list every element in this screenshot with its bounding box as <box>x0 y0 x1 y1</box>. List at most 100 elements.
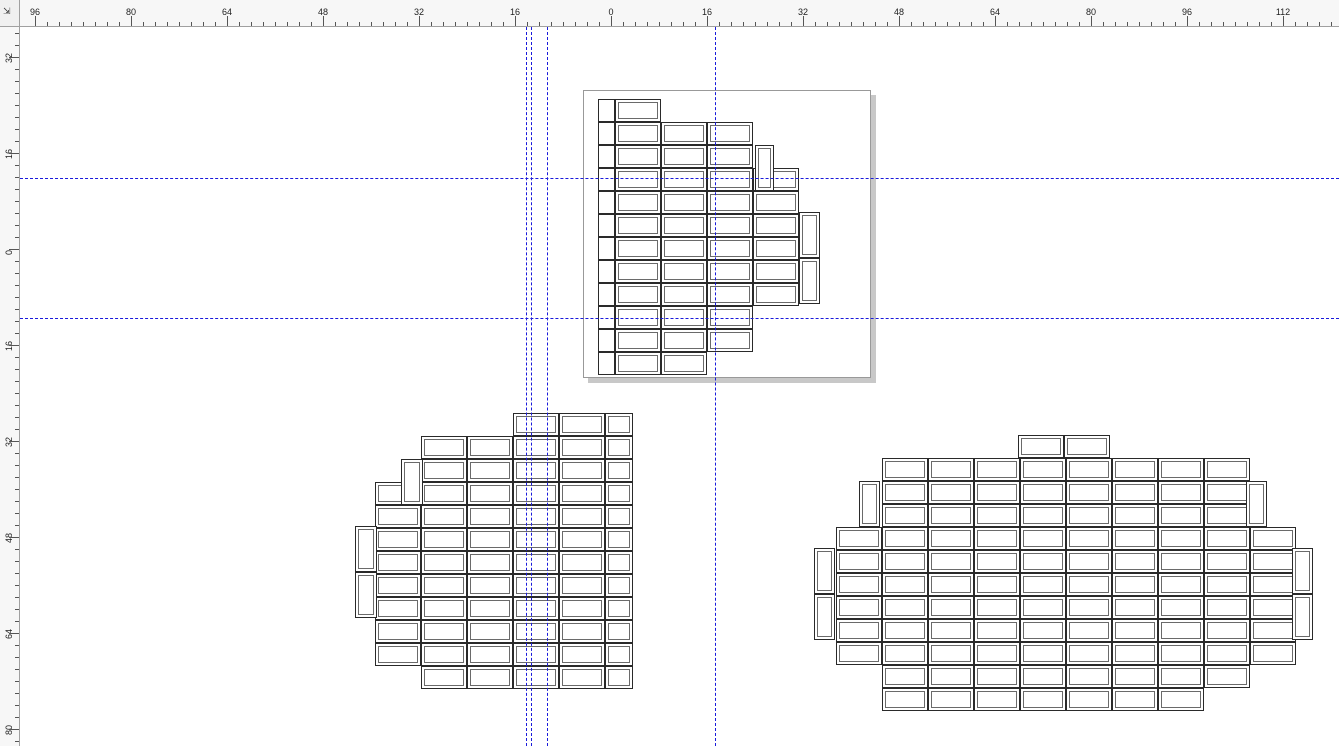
ruler-tick <box>83 22 84 26</box>
brick-cell <box>1112 527 1158 550</box>
brick-cell <box>1204 481 1250 504</box>
brick-cell <box>928 642 974 665</box>
brick-cell <box>421 620 467 643</box>
ruler-tick <box>275 22 276 26</box>
brick-cell <box>615 122 661 145</box>
ruler-tick <box>347 22 348 26</box>
ruler-tick <box>9 729 19 730</box>
ruler-tick <box>15 129 19 130</box>
brick-cell <box>598 352 615 375</box>
brick-cell <box>1066 642 1112 665</box>
brick-cell <box>1246 481 1267 527</box>
brick-cell <box>375 574 421 597</box>
ruler-tick <box>15 405 19 406</box>
brick-cell <box>836 550 882 573</box>
brick-cell <box>1204 596 1250 619</box>
ruler-tick <box>15 45 19 46</box>
ruler-tick <box>1247 22 1248 26</box>
ruler-tick <box>1127 22 1128 26</box>
ruler-tick <box>575 22 576 26</box>
brick-cell <box>1158 550 1204 573</box>
brick-cell <box>1066 665 1112 688</box>
guideline-vertical[interactable] <box>547 27 548 746</box>
brick-cell <box>882 642 928 665</box>
ruler-tick <box>251 22 252 26</box>
brick-cell <box>1020 458 1066 481</box>
ruler-tick <box>15 297 19 298</box>
ruler-tick <box>1163 22 1164 26</box>
ruler-tick <box>15 453 19 454</box>
ruler-tick <box>15 489 19 490</box>
ruler-tick <box>239 22 240 26</box>
ruler-tick <box>323 16 324 26</box>
ruler-tick <box>15 117 19 118</box>
brick-cell <box>882 573 928 596</box>
brick-cell <box>707 329 753 352</box>
ruler-tick <box>1319 22 1320 26</box>
ruler-tick <box>983 22 984 26</box>
brick-cell <box>1066 527 1112 550</box>
guideline-horizontal[interactable] <box>20 318 1339 319</box>
ruler-tick <box>15 645 19 646</box>
horizontal-ruler[interactable]: 96 80 64 48 32 16 0 16 32 48 64 80 96 112 <box>20 0 1339 27</box>
brick-cell <box>928 665 974 688</box>
ruler-tick <box>1223 22 1224 26</box>
ruler-tick <box>9 153 19 154</box>
ruler-tick <box>1199 22 1200 26</box>
brick-cell <box>605 482 633 505</box>
brick-cell <box>1112 481 1158 504</box>
brick-cell <box>513 620 559 643</box>
ruler-tick <box>15 357 19 358</box>
ruler-tick <box>215 22 216 26</box>
guideline-horizontal[interactable] <box>20 178 1339 179</box>
brick-cell <box>559 505 605 528</box>
brick-cell <box>375 528 421 551</box>
brick-cell <box>1066 550 1112 573</box>
brick-cell <box>598 329 615 352</box>
brick-cell <box>355 572 377 618</box>
brick-cell <box>559 528 605 551</box>
brick-cell <box>1292 594 1313 640</box>
ruler-tick <box>179 22 180 26</box>
brick-cell <box>1066 481 1112 504</box>
brick-cell <box>467 482 513 505</box>
brick-cell <box>1158 573 1204 596</box>
brick-cell <box>1112 504 1158 527</box>
brick-cell <box>882 665 928 688</box>
guideline-vertical[interactable] <box>715 27 716 746</box>
guideline-vertical[interactable] <box>531 27 532 746</box>
ruler-tick <box>851 22 852 26</box>
brick-cell <box>882 688 928 711</box>
ruler-tick <box>731 22 732 26</box>
brick-cell <box>1158 642 1204 665</box>
ruler-tick <box>443 22 444 26</box>
brick-cell <box>1020 619 1066 642</box>
ruler-tick <box>15 213 19 214</box>
ruler-tick <box>15 225 19 226</box>
ruler-tick <box>131 16 132 26</box>
ruler-tick <box>383 22 384 26</box>
ruler-tick <box>119 22 120 26</box>
ruler-tick <box>15 201 19 202</box>
ruler-tick <box>15 273 19 274</box>
brick-cell <box>559 436 605 459</box>
brick-cell <box>1158 481 1204 504</box>
brick-cell <box>559 597 605 620</box>
brick-cell <box>467 459 513 482</box>
ruler-tick <box>15 141 19 142</box>
vertical-ruler[interactable]: 321601632486480 <box>0 27 20 746</box>
brick-cell <box>974 619 1020 642</box>
brick-cell <box>615 237 661 260</box>
brick-cell <box>615 214 661 237</box>
brick-cell <box>598 214 615 237</box>
ruler-tick <box>15 609 19 610</box>
brick-cell <box>661 260 707 283</box>
brick-cell <box>799 212 820 258</box>
ruler-tick <box>15 573 19 574</box>
brick-cell <box>661 283 707 306</box>
ruler-tick <box>95 22 96 26</box>
guideline-vertical[interactable] <box>526 27 527 746</box>
ruler-origin-corner[interactable]: ⇲ <box>0 0 20 27</box>
brick-cell <box>1204 550 1250 573</box>
ruler-tick <box>15 477 19 478</box>
